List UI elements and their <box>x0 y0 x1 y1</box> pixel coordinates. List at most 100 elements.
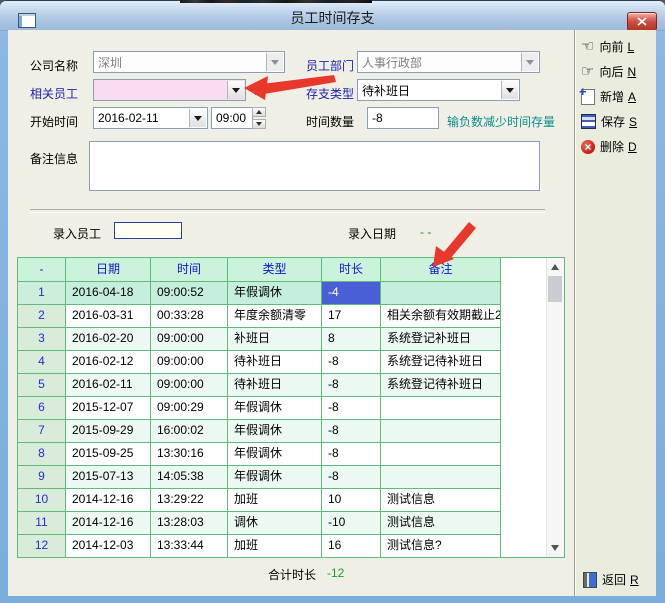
start-clock-input[interactable]: 09:00 <box>211 107 253 129</box>
cell-remark: 系统登记待补班日 <box>381 351 501 374</box>
table-row[interactable]: 3 2016-02-20 09:00:00 补班日 8 系统登记补班日 <box>18 328 564 351</box>
cell-index: 11 <box>18 512 66 535</box>
total-duration-label: 合计时长 <box>268 566 316 583</box>
cell-duration: -8 <box>322 397 381 420</box>
cell-type: 补班日 <box>228 328 322 351</box>
cell-time: 09:00:00 <box>151 351 228 374</box>
cell-date: 2014-12-03 <box>66 535 151 558</box>
company-select: 深圳 <box>93 51 285 73</box>
action-label: 向后 <box>599 63 623 80</box>
table-row[interactable]: 9 2015-07-13 14:05:38 年假调休 -8 <box>18 466 564 489</box>
amount-input[interactable] <box>367 107 439 129</box>
new-doc-icon <box>581 89 595 105</box>
chevron-down-icon[interactable] <box>227 81 244 99</box>
table-row[interactable]: 10 2014-12-16 13:29:22 加班 10 测试信息 <box>18 489 564 512</box>
cell-date: 2016-02-12 <box>66 351 151 374</box>
new-button[interactable]: 新增 A <box>581 84 655 109</box>
cell-remark <box>381 443 501 466</box>
chevron-down-icon[interactable] <box>501 81 518 99</box>
cell-date: 2015-12-07 <box>66 397 151 420</box>
cell-index: 5 <box>18 374 66 397</box>
cell-duration: -8 <box>322 374 381 397</box>
remark-textarea[interactable] <box>89 141 540 191</box>
cell-duration: 8 <box>322 328 381 351</box>
background-window-sliver <box>180 0 372 3</box>
company-label: 公司名称 <box>30 57 78 74</box>
dialog-window: 员工时间存支 公司名称 深圳 员工部门 人事行政部 相关员工 ... 存支类型 … <box>0 0 665 603</box>
remark-label: 备注信息 <box>30 150 78 167</box>
cell-date: 2014-12-16 <box>66 489 151 512</box>
employee-select[interactable] <box>93 79 246 101</box>
prev-button[interactable]: 向前 L <box>581 34 655 59</box>
cell-remark: 测试信息 <box>381 512 501 535</box>
cell-index: 8 <box>18 443 66 466</box>
entry-date-label: 录入日期 <box>348 225 396 242</box>
entry-employee-input[interactable] <box>114 222 182 239</box>
spinner-up-icon[interactable] <box>252 107 266 117</box>
save-button[interactable]: 保存 S <box>581 109 655 134</box>
department-select: 人事行政部 <box>357 51 540 73</box>
type-label: 存支类型 <box>306 85 354 102</box>
table-row[interactable]: 12 2014-12-03 13:33:44 加班 16 测试信息? <box>18 535 564 558</box>
table-row[interactable]: 11 2014-12-16 13:28:03 调休 -10 测试信息 <box>18 512 564 535</box>
return-label: 返回 <box>602 571 626 588</box>
cell-duration: -8 <box>322 466 381 489</box>
cell-remark <box>381 397 501 420</box>
table-body: 1 2016-04-18 09:00:52 年假调休 -4 2 2016-03-… <box>18 282 564 558</box>
table-scrollbar[interactable] <box>546 258 564 557</box>
cell-date: 2016-02-20 <box>66 328 151 351</box>
table-header-cell: 日期 <box>66 258 151 282</box>
hand-right-icon <box>581 64 594 79</box>
scroll-thumb[interactable] <box>548 276 562 302</box>
chevron-down-icon <box>521 53 538 71</box>
spinner-down-icon[interactable] <box>252 119 266 129</box>
chevron-down-icon[interactable] <box>189 109 206 127</box>
action-hotkey: L <box>627 40 634 54</box>
amount-label: 时间数量 <box>306 113 354 130</box>
table-row[interactable]: 4 2016-02-12 09:00:00 待补班日 -8 系统登记待补班日 <box>18 351 564 374</box>
cell-remark: 系统登记补班日 <box>381 328 501 351</box>
next-button[interactable]: 向后 N <box>581 59 655 84</box>
table-row[interactable]: 5 2016-02-11 09:00:00 待补班日 -8 系统登记待补班日 <box>18 374 564 397</box>
cell-date: 2014-12-16 <box>66 512 151 535</box>
department-value: 人事行政部 <box>362 54 422 71</box>
cell-duration: -10 <box>322 512 381 535</box>
return-button[interactable]: 返回 R <box>583 567 639 592</box>
table-row[interactable]: 6 2015-12-07 09:00:29 年假调休 -8 <box>18 397 564 420</box>
cell-type: 待补班日 <box>228 351 322 374</box>
cell-index: 10 <box>18 489 66 512</box>
company-value: 深圳 <box>98 54 122 71</box>
action-button-list: 向前 L 向后 N 新增 A 保存 S 删除 <box>581 34 655 159</box>
cell-type: 年假调休 <box>228 443 322 466</box>
start-date-select[interactable]: 2016-02-11 <box>93 107 208 129</box>
cell-index: 6 <box>18 397 66 420</box>
cell-index: 3 <box>18 328 66 351</box>
scroll-down-icon[interactable] <box>551 545 559 551</box>
window-title: 员工时间存支 <box>0 8 665 28</box>
start-time-label: 开始时间 <box>30 113 78 130</box>
divider <box>30 209 545 213</box>
cell-index: 9 <box>18 466 66 489</box>
cell-type: 年假调休 <box>228 397 322 420</box>
cell-type: 年度余额清零 <box>228 305 322 328</box>
table-row[interactable]: 2 2016-03-31 00:33:28 年度余额清零 17 相关余额有效期截… <box>18 305 564 328</box>
table-header-cell: 时长 <box>322 258 381 282</box>
scroll-up-icon[interactable] <box>551 264 559 270</box>
delete-button[interactable]: 删除 D <box>581 134 655 159</box>
action-label: 保存 <box>601 113 625 130</box>
table-row[interactable]: 1 2016-04-18 09:00:52 年假调休 -4 <box>18 282 564 305</box>
door-icon <box>583 572 597 588</box>
cell-type: 加班 <box>228 535 322 558</box>
table-row[interactable]: 7 2015-09-29 16:00:02 年假调休 -8 <box>18 420 564 443</box>
cell-date: 2015-09-29 <box>66 420 151 443</box>
table-row[interactable]: 8 2015-09-25 13:30:16 年假调休 -8 <box>18 443 564 466</box>
close-button[interactable] <box>627 12 657 31</box>
type-select[interactable]: 待补班日 <box>357 79 520 101</box>
employee-more-button[interactable]: ... <box>254 84 267 98</box>
cell-date: 2015-09-25 <box>66 443 151 466</box>
entry-date-value: - - <box>420 225 431 239</box>
cell-remark: 测试信息 <box>381 489 501 512</box>
cell-index: 7 <box>18 420 66 443</box>
cell-duration: -8 <box>322 443 381 466</box>
start-clock-value: 09:00 <box>216 111 246 125</box>
